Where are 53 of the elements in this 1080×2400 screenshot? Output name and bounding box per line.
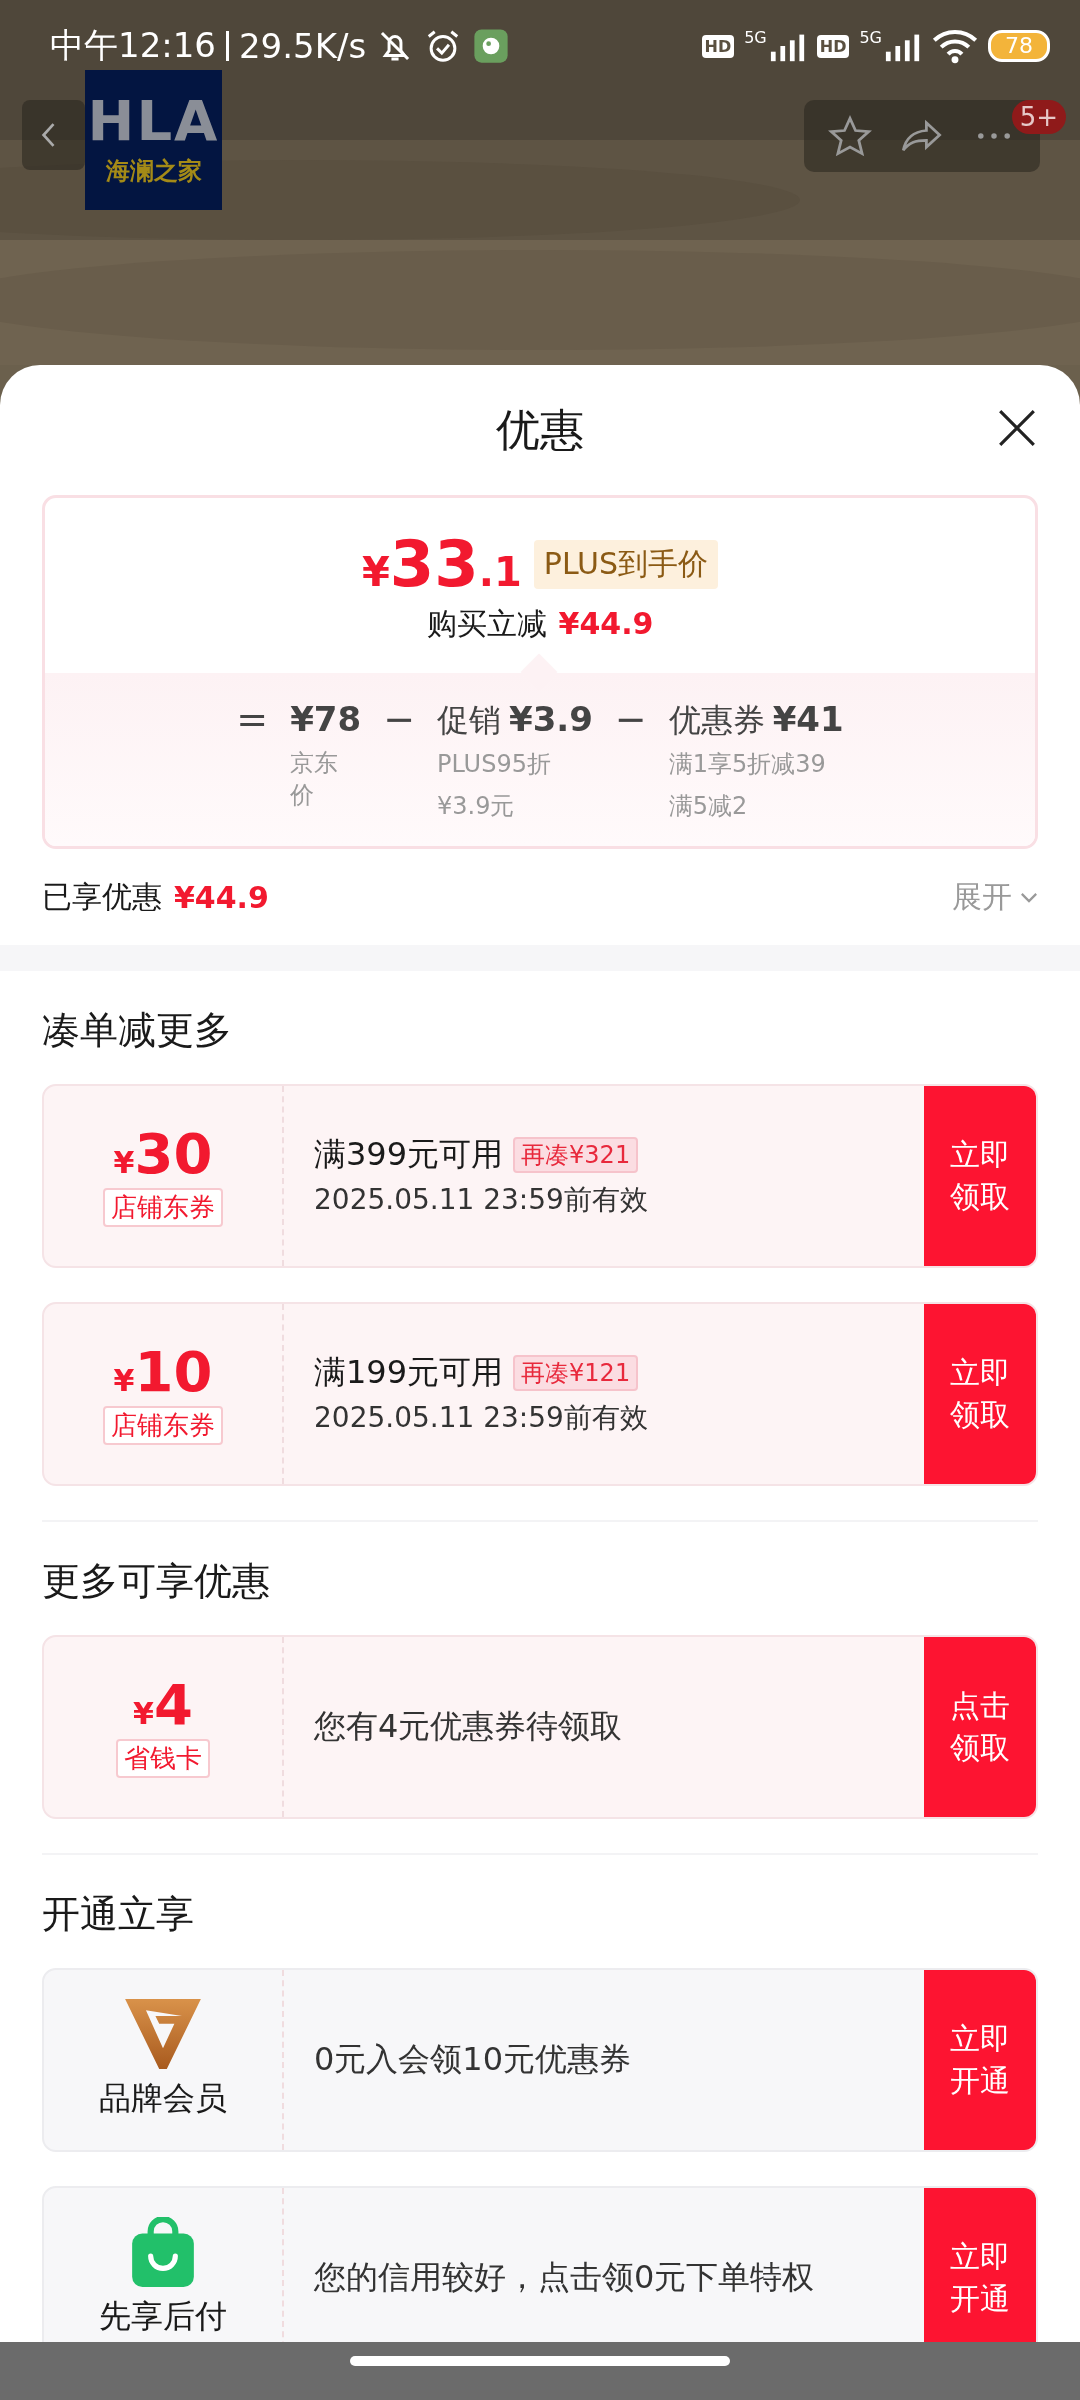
operator: − bbox=[614, 696, 647, 743]
claim-button[interactable]: 点击领取 bbox=[924, 1637, 1036, 1817]
term-label: 优惠券 bbox=[668, 700, 765, 741]
coupon-validity: 2025.05.11 23:59前有效 bbox=[314, 1182, 649, 1218]
network-type: 5G bbox=[859, 28, 882, 47]
term-note: 京东价 bbox=[290, 748, 340, 811]
membership-label: 品牌会员 bbox=[99, 2078, 227, 2119]
coupon-condition: 满399元可用 bbox=[314, 1134, 504, 1175]
coupon-amount: ¥10 bbox=[113, 1343, 213, 1400]
operator: − bbox=[383, 696, 415, 743]
term-note: ¥3.9元 bbox=[436, 791, 516, 822]
saving-label: 购买立减 bbox=[426, 605, 547, 643]
top-up-hint: 再凑¥121 bbox=[513, 1355, 639, 1391]
claim-button[interactable]: 立即开通 bbox=[924, 1970, 1036, 2150]
summary-amount: ¥44.9 bbox=[174, 879, 269, 915]
coupon-amount: ¥30 bbox=[113, 1125, 213, 1182]
offer-description: 您有4元优惠券待领取 bbox=[314, 1706, 624, 1747]
term-note: 满1享5折减39 bbox=[668, 749, 827, 780]
coupon-condition: 满199元可用 bbox=[314, 1352, 504, 1393]
coupon-validity: 2025.05.11 23:59前有效 bbox=[314, 1400, 649, 1436]
summary-label: 已享优惠 bbox=[42, 877, 162, 916]
claim-button[interactable]: 立即领取 bbox=[924, 1086, 1036, 1266]
status-time: 中午12:16 bbox=[50, 24, 216, 67]
final-price: ¥33.1 bbox=[361, 532, 522, 596]
term-label: 促销 bbox=[436, 700, 501, 741]
network-speed: 29.5K/s bbox=[239, 26, 367, 66]
paylater-label: 先享后付 bbox=[99, 2296, 227, 2337]
term-amount: ¥3.9 bbox=[508, 698, 593, 741]
coupon-tag: 店铺东券 bbox=[103, 1405, 223, 1445]
section-title: 更多可享优惠 bbox=[42, 1558, 271, 1605]
claim-button[interactable]: 立即开通 bbox=[924, 2188, 1036, 2342]
section-title: 开通立享 bbox=[42, 1891, 195, 1938]
term-note: PLUS95折 bbox=[436, 749, 552, 780]
coupon-amount: ¥4 bbox=[133, 1676, 193, 1733]
offer-description: 您的信用较好，点击领0元下单特权 bbox=[314, 2257, 816, 2298]
term-note: 满5减2 bbox=[668, 791, 749, 822]
claim-button[interactable]: 立即领取 bbox=[924, 1304, 1036, 1484]
operator: = bbox=[236, 696, 269, 743]
section-title: 凑单减更多 bbox=[42, 1007, 233, 1054]
top-up-hint: 再凑¥321 bbox=[513, 1137, 639, 1173]
logo-text: HLA bbox=[87, 93, 220, 149]
saving-amount: ¥44.9 bbox=[558, 606, 654, 641]
expand-toggle[interactable]: 展开 bbox=[952, 876, 1038, 918]
term-amount: ¥41 bbox=[772, 698, 844, 741]
plus-price-tag: PLUS到手价 bbox=[533, 539, 719, 589]
offer-description: 0元入会领10元优惠券 bbox=[314, 2039, 633, 2080]
logo-text: 海澜之家 bbox=[105, 156, 202, 187]
term-amount: ¥78 bbox=[290, 698, 362, 741]
coupon-tag: 省钱卡 bbox=[116, 1738, 210, 1778]
sheet-title: 优惠 bbox=[496, 402, 584, 457]
battery-level: 78 bbox=[988, 30, 1050, 62]
network-type: 5G bbox=[744, 28, 767, 47]
coupon-tag: 店铺东券 bbox=[103, 1187, 223, 1227]
